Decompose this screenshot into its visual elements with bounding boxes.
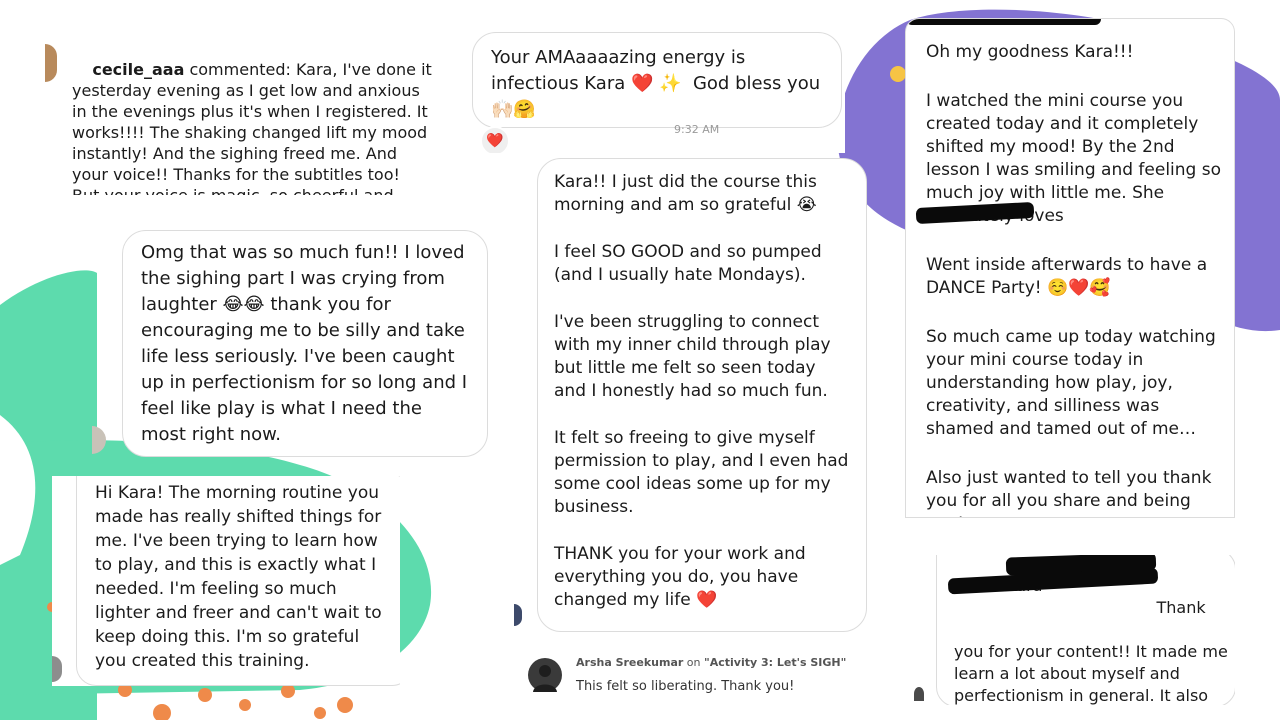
message-paragraph: It felt so freeing to give myself permis… [554,428,854,517]
testimonial-dm-content: Hi Kara Thank you for your content!! It … [890,555,1235,705]
comment-author: Arsha Sreekumar [576,656,684,669]
message-timestamp: 9:32 AM [674,123,720,136]
user-avatar-icon [528,658,562,692]
user-avatar-icon [914,687,924,701]
comment-text: This felt so liberating. Thank you! [576,679,795,694]
message-paragraph: Also just wanted to tell you thank you f… [926,468,1212,517]
heart-reaction-icon: ❤️ [480,126,510,153]
user-avatar-icon [514,604,522,626]
message-paragraph: Kara!! I just did the course this mornin… [554,172,823,215]
message-text: Omg that was so much fun!! I loved the s… [141,242,473,445]
message-paragraph: Oh my goodness Kara!!! [926,42,1134,62]
message-text: Your AMAaaaazing energy is infectious Ka… [491,47,826,120]
message-text: you for your content!! It made me learn … [954,642,1228,705]
testimonial-dm-mini-course: Oh my goodness Kara!!! I watched the min… [905,18,1235,518]
user-avatar-icon [45,44,57,82]
testimonial-dm-fun: Omg that was so much fun!! I loved the s… [122,230,488,457]
testimonial-comment-cecile: cecile_aaa commented: Kara, I've done it… [45,30,450,195]
comment-activity: "Activity 3: Let's SIGH" [704,656,847,669]
message-paragraph: Went inside afterwards to have a DANCE P… [926,255,1213,298]
testimonial-dm-morning-routine: Hi Kara! The morning routine you made ha… [52,476,400,686]
message-bubble: Your AMAaaaazing energy is infectious Ka… [472,32,842,128]
user-avatar-icon [52,656,62,682]
redaction-mark [906,19,1101,25]
message-paragraph: THANK you for your work and everything y… [554,544,812,610]
comment-username: cecile_aaa [92,60,185,79]
testimonial-course-comment: Arsha Sreekumar on "Activity 3: Let's SI… [520,650,850,706]
testimonial-dm-course: Kara!! I just did the course this mornin… [537,158,867,632]
comment-on-word: on [686,656,701,669]
message-paragraph: So much came up today watching your mini… [926,327,1222,439]
comment-text: commented: Kara, I've done it yesterday … [72,60,432,195]
message-thank: Thank [1156,598,1206,617]
message-paragraph: I feel SO GOOD and so pumped (and I usua… [554,242,828,285]
message-text: Hi Kara! The morning routine you made ha… [95,483,388,671]
message-bubble: Hi Kara! The morning routine you made ha… [76,476,400,686]
testimonial-dm-energy: Your AMAaaaazing energy is infectious Ka… [450,28,845,153]
message-paragraph: I've been struggling to connect with my … [554,312,836,401]
